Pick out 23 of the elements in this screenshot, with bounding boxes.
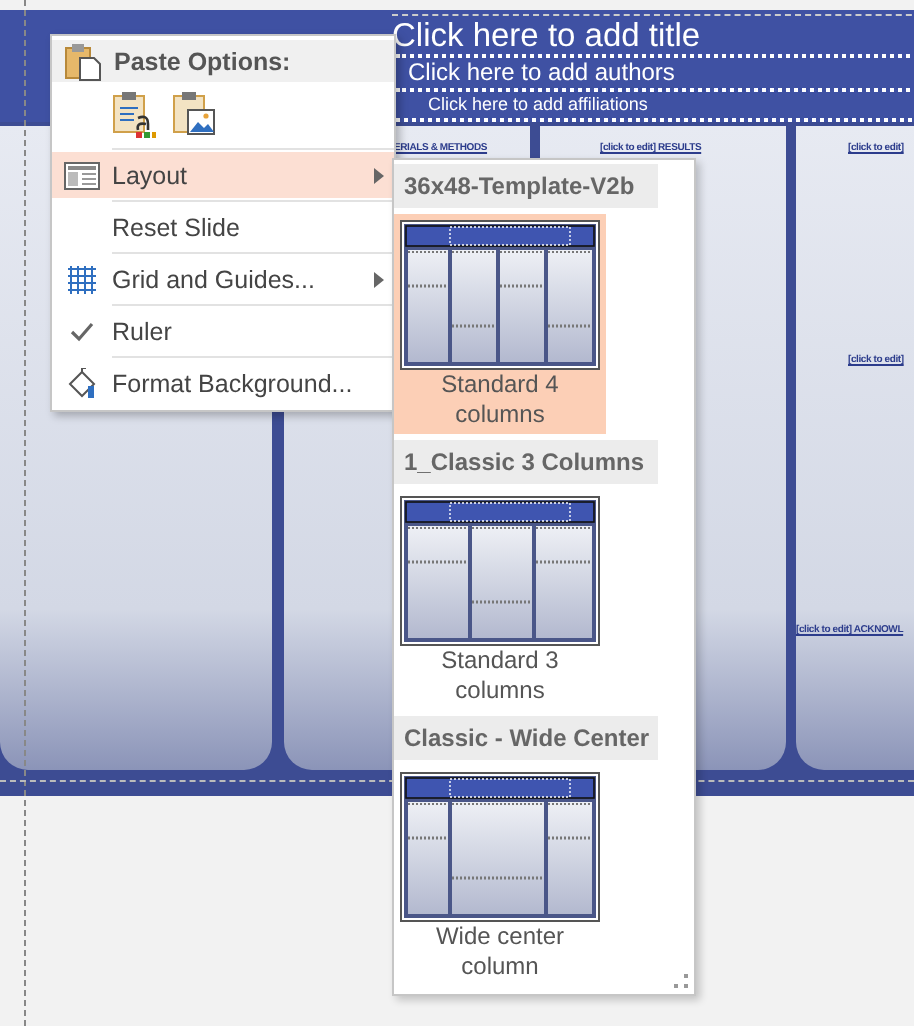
- picture-paste-icon[interactable]: [172, 90, 216, 138]
- layout-option[interactable]: Standard 4 columns: [394, 214, 606, 434]
- menu-item[interactable]: Ruler: [52, 308, 394, 354]
- layout-option[interactable]: Wide center column: [394, 766, 606, 986]
- paste-options-title: Paste Options:: [114, 47, 291, 75]
- layout-caption: Standard 4 columns: [439, 370, 561, 430]
- menu-item[interactable]: Grid and Guides...: [52, 256, 394, 302]
- menu-item[interactable]: Reset Slide: [52, 204, 394, 250]
- menu-item[interactable]: Format Background...: [52, 360, 394, 406]
- layout-icon: [64, 161, 100, 189]
- paint-bucket-icon: [66, 367, 98, 399]
- clipboard-icon: [62, 41, 102, 81]
- layout-caption: Wide center column: [433, 922, 567, 982]
- layout-group-header: 1_Classic 3 Columns: [394, 440, 658, 484]
- layout-option[interactable]: Standard 3 columns: [394, 490, 606, 710]
- menu-item[interactable]: Layout: [52, 152, 394, 198]
- grid-icon: [68, 265, 96, 293]
- keep-text-paste-icon[interactable]: [112, 90, 156, 138]
- layout-caption: Standard 3 columns: [439, 646, 561, 706]
- layout-group-header: 36x48-Template-V2b: [394, 164, 658, 208]
- resize-grip-icon[interactable]: [674, 974, 688, 988]
- authors-placeholder[interactable]: Click here to add authors: [396, 54, 914, 92]
- layout-group-header: Classic - Wide Center: [394, 716, 658, 760]
